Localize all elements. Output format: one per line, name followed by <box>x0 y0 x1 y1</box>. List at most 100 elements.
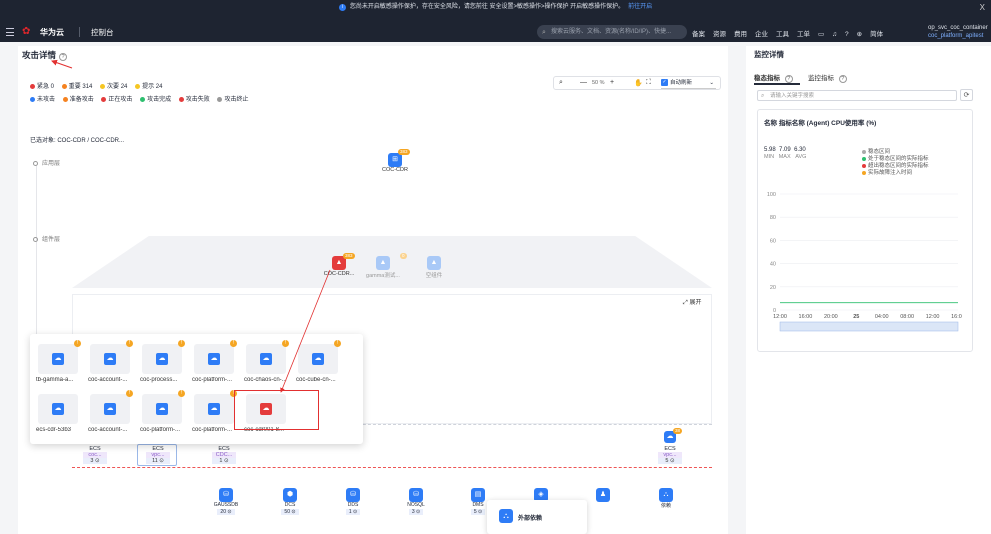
instance-card[interactable]: ☁! <box>90 340 133 374</box>
component-node[interactable]: ▲ <box>427 256 441 270</box>
legend-item: 攻击失败 <box>178 96 210 103</box>
instance-card[interactable]: ☁! <box>90 390 133 424</box>
tab-monitor-metrics[interactable]: 监控指标 ? <box>808 72 847 83</box>
app-node[interactable]: ⊞ <box>388 153 402 167</box>
instance-card[interactable]: ☁! <box>142 340 185 374</box>
metric-stats: 5.98 7.09 6.30 MIN MAX AVG <box>764 147 807 160</box>
zoom-in-button[interactable]: + <box>610 79 614 86</box>
hamburger-menu-icon[interactable] <box>6 28 14 36</box>
instance-card[interactable]: ☁ <box>38 394 78 424</box>
external-dependency-card[interactable]: ⛬ 外部依赖 <box>487 500 587 534</box>
cloud-icon: ☁ <box>312 353 324 365</box>
security-banner: i 您尚未开启敏感操作保护，存在安全风险，请您前往 安全设置>敏感操作>操作保护 … <box>0 0 991 15</box>
globe-icon[interactable]: ⊕ <box>857 31 862 38</box>
dot-icon <box>30 83 35 89</box>
x-tick-label: 12:00 <box>773 314 787 320</box>
component-node[interactable]: ▲ <box>376 256 390 270</box>
divider <box>79 27 80 37</box>
database-icon: ⛁ <box>219 488 233 502</box>
legend-item: 提示 24 <box>135 83 162 90</box>
nav-link[interactable]: 工具 <box>776 31 789 38</box>
help-icon: ? <box>838 75 847 83</box>
dot-icon <box>30 96 35 102</box>
pan-hand-icon[interactable]: ✋ <box>634 79 643 87</box>
instance-label: tb-gamma-a... <box>36 377 74 383</box>
db-node[interactable]: ⛬ 依赖 <box>646 488 686 509</box>
x-tick-label: 25 <box>853 314 859 320</box>
selected-target: 已选对象: COC-CDR / COC-CDR... <box>30 138 124 144</box>
cloud-icon: ☁ <box>104 403 116 415</box>
refresh-button[interactable]: ⟳ <box>960 89 973 101</box>
dot-icon <box>140 96 146 102</box>
cloud-icon: ☁ <box>156 353 168 365</box>
legend-item: 紧急 0 <box>30 83 54 90</box>
search-icon: ⌕ <box>761 93 765 99</box>
help-icon[interactable]: ? <box>59 53 68 61</box>
brand-name[interactable]: 华为云 <box>40 27 64 38</box>
warning-icon: ! <box>230 340 237 347</box>
checkbox-icon[interactable]: ✓ <box>661 79 668 87</box>
help-icon: ? <box>784 75 793 83</box>
terminal-icon[interactable]: ▭ <box>818 31 824 38</box>
legend-item: 攻击完成 <box>140 96 171 103</box>
banner-link[interactable]: 前往开启 <box>628 4 652 10</box>
legend-item: 重要 314 <box>61 83 92 90</box>
instance-label: coc-account-... <box>88 427 128 433</box>
account-name: op_svc_coc_container <box>928 25 988 31</box>
nav-link[interactable]: 备案 <box>692 31 705 38</box>
ecs-group[interactable]: ECS vpc... 11 ⊙ <box>146 446 170 464</box>
language-label[interactable]: 简体 <box>870 31 883 38</box>
metric-search-input[interactable]: ⌕ 请输入关键字搜索 <box>757 90 957 101</box>
db-node[interactable]: ⛁ NOSQL 3 ⊙ <box>396 488 436 515</box>
database-icon: ⛁ <box>346 488 360 502</box>
search-icon[interactable]: ⌕ <box>559 79 563 87</box>
db-node[interactable]: ♟ <box>583 488 623 502</box>
expand-button[interactable]: ⤢ 展开 <box>683 297 701 307</box>
node-label: 空组件 <box>425 273 443 279</box>
ring-icon <box>33 236 38 242</box>
nav-link[interactable]: 资源 <box>713 31 726 38</box>
instance-card[interactable]: ☁! <box>142 390 185 424</box>
nav-link[interactable]: 费用 <box>734 31 747 38</box>
dot-icon <box>178 96 184 102</box>
global-search-input[interactable]: ⌕ 搜索云服务、文档、资源(名称/ID/IP)、快捷... <box>537 25 687 39</box>
cloud-icon: ☁ <box>52 353 64 365</box>
instance-card[interactable]: ☁! <box>194 390 237 424</box>
db-node[interactable]: ⛁ DDS 1 ⊙ <box>333 488 373 515</box>
nav-link[interactable]: 企业 <box>755 31 768 38</box>
metric-title: 名称 指标名称 (Agent) CPU使用率 (%) <box>764 120 877 127</box>
instance-card[interactable]: ☁! <box>38 340 81 374</box>
ecs-group[interactable]: ECS CDC... 1 ⊙ <box>212 446 236 464</box>
db-node[interactable]: ⛁ GAUSSDB 20 ⊙ <box>206 488 246 515</box>
help-icon[interactable]: ? <box>845 31 849 38</box>
bell-icon[interactable]: ♫ <box>832 31 837 38</box>
auto-refresh-select[interactable]: ✓ 自动刷新 ⌄ <box>661 77 716 89</box>
huawei-logo-icon[interactable]: ✿ <box>22 27 36 37</box>
instance-label: coc-platform-... <box>192 377 233 383</box>
instance-card[interactable]: ☁! <box>246 340 289 374</box>
console-link[interactable]: 控制台 <box>91 27 114 38</box>
ecs-group[interactable]: ECS coc... 3 ⊙ <box>83 446 107 464</box>
tab-steady-metrics[interactable]: 稳态指标 ? <box>754 72 793 83</box>
dot-icon <box>62 96 68 102</box>
banner-text: 您尚未开启敏感操作保护，存在安全风险，请您前往 安全设置>敏感操作>操作保护 开… <box>349 4 625 10</box>
fit-screen-icon[interactable]: ⛶ <box>646 79 651 87</box>
alarm-badge: 383 <box>343 253 355 259</box>
cloud-icon: ☁ <box>260 353 272 365</box>
legend-item: 攻击终止 <box>217 96 248 103</box>
cloud-icon: ☁ <box>52 403 64 415</box>
ring-icon <box>33 160 38 166</box>
ecs-group[interactable]: ECS vpc... 5 ⊙ <box>658 446 682 464</box>
instance-card[interactable]: ☁! <box>298 340 341 374</box>
alarm-badge: 38 <box>673 428 683 434</box>
instance-card[interactable]: ☁! <box>194 340 237 374</box>
db-node[interactable]: ⬢ DCS 50 ⊙ <box>270 488 310 515</box>
node-label: COC-CDR <box>382 167 408 173</box>
legend-item: 准备攻击 <box>62 96 94 103</box>
nav-link[interactable]: 工单 <box>797 31 810 38</box>
account-info[interactable]: op_svc_coc_container coc_platform_apites… <box>928 24 988 40</box>
instance-label: coc-process... <box>140 377 178 383</box>
zoom-out-button[interactable]: — <box>580 79 587 86</box>
cpu-usage-chart: 02040608010012:00 16:00 20:00 25 04:00 08:00 1… <box>767 192 962 332</box>
close-icon[interactable]: X <box>980 0 985 15</box>
